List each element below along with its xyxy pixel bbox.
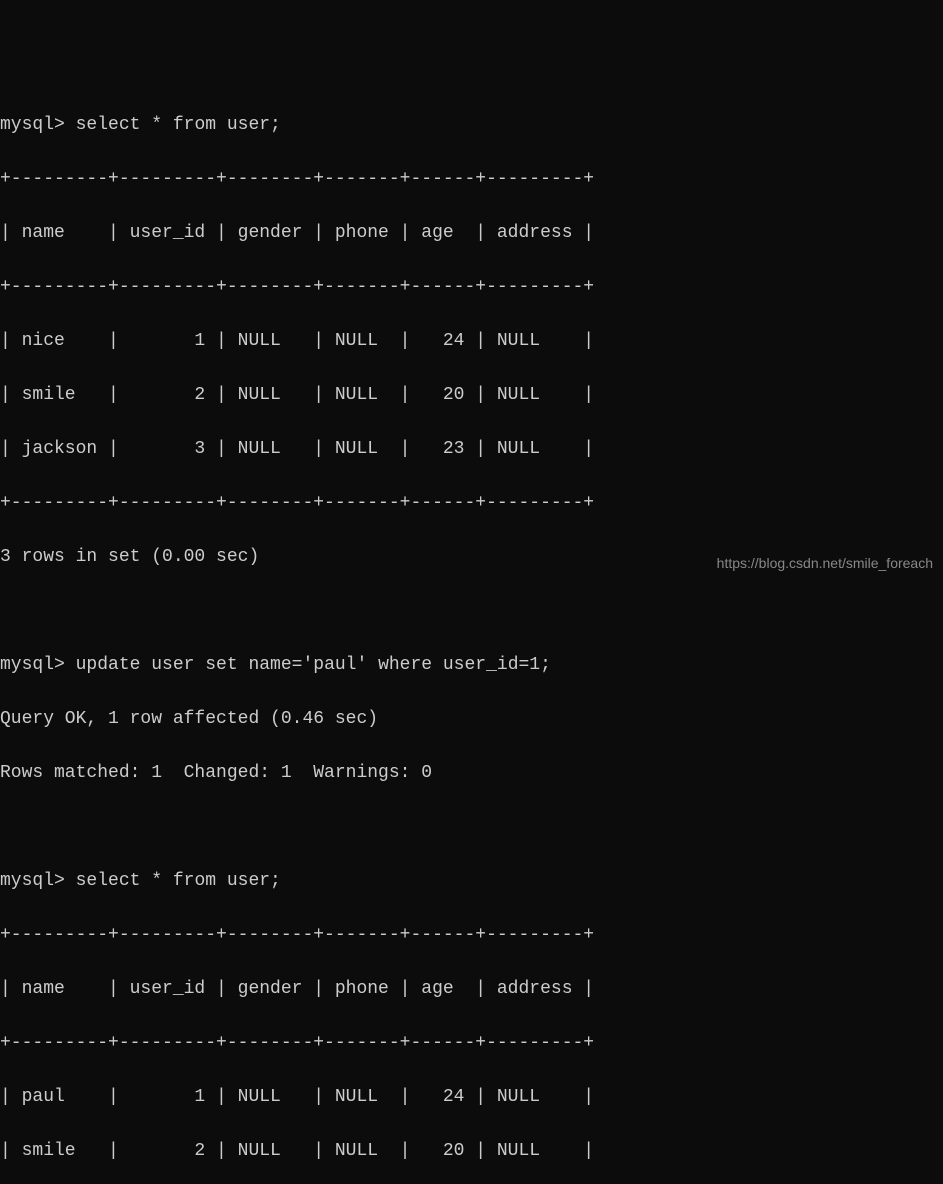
mysql-prompt: mysql>	[0, 655, 65, 675]
sql-query-select-2: select * from user;	[76, 871, 281, 891]
table2-border-mid: +---------+---------+--------+-------+--…	[0, 1030, 943, 1057]
table1-border-top: +---------+---------+--------+-------+--…	[0, 166, 943, 193]
sql-query-update: update user set name='paul' where user_i…	[76, 655, 551, 675]
table1-row-2: | jackson | 3 | NULL | NULL | 23 | NULL …	[0, 436, 943, 463]
mysql-prompt: mysql>	[0, 115, 65, 135]
prompt-line-3: mysql> select * from user;	[0, 868, 943, 895]
update-result-line2: Rows matched: 1 Changed: 1 Warnings: 0	[0, 760, 943, 787]
prompt-line-1: mysql> select * from user;	[0, 112, 943, 139]
watermark-url: https://blog.csdn.net/smile_foreach	[717, 553, 933, 574]
blank-1	[0, 598, 943, 625]
table1-row-1: | smile | 2 | NULL | NULL | 20 | NULL |	[0, 382, 943, 409]
prompt-line-2: mysql> update user set name='paul' where…	[0, 652, 943, 679]
sql-query-select-1: select * from user;	[76, 115, 281, 135]
table1-row-0: | nice | 1 | NULL | NULL | 24 | NULL |	[0, 328, 943, 355]
mysql-prompt: mysql>	[0, 871, 65, 891]
table2-border-top: +---------+---------+--------+-------+--…	[0, 922, 943, 949]
table2-row-1: | smile | 2 | NULL | NULL | 20 | NULL |	[0, 1138, 943, 1165]
table1-border-mid: +---------+---------+--------+-------+--…	[0, 274, 943, 301]
blank-2	[0, 814, 943, 841]
update-result-line1: Query OK, 1 row affected (0.46 sec)	[0, 706, 943, 733]
table1-header: | name | user_id | gender | phone | age …	[0, 220, 943, 247]
table1-border-bot: +---------+---------+--------+-------+--…	[0, 490, 943, 517]
table2-header: | name | user_id | gender | phone | age …	[0, 976, 943, 1003]
table2-row-0: | paul | 1 | NULL | NULL | 24 | NULL |	[0, 1084, 943, 1111]
